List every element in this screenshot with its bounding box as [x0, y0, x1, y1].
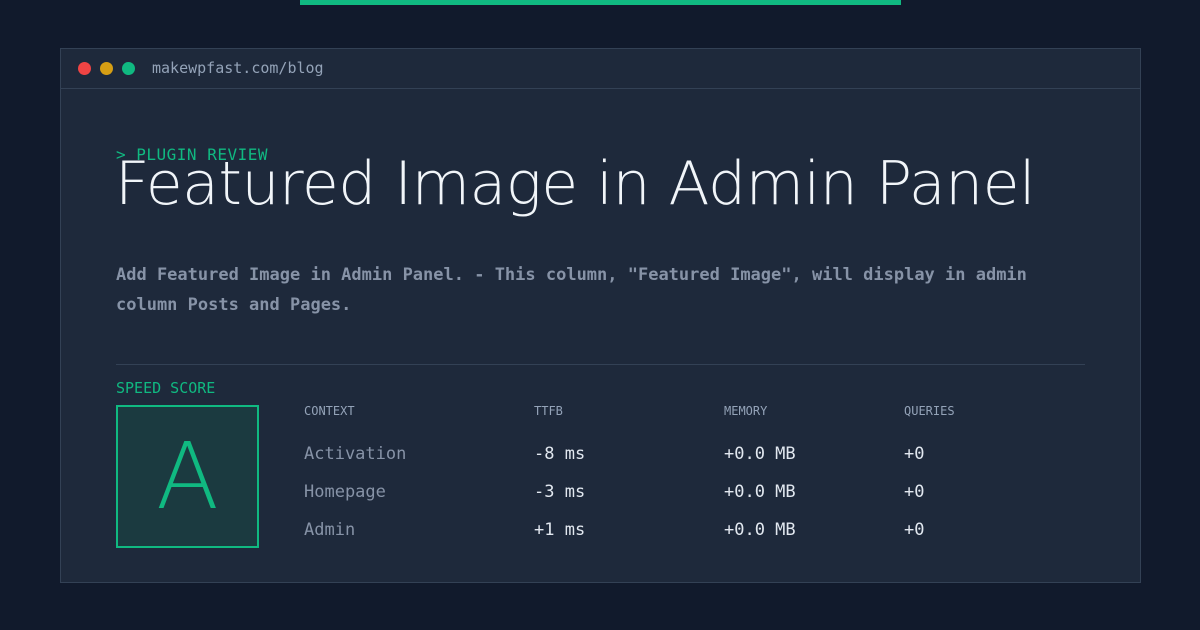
row-memory: +0.0 MB — [724, 482, 796, 502]
article-description: Add Featured Image in Admin Panel. - Thi… — [116, 265, 1027, 315]
row-context: Activation — [304, 444, 407, 464]
minimize-dot-icon[interactable] — [100, 62, 113, 75]
maximize-dot-icon[interactable] — [122, 62, 135, 75]
row-queries: +0 — [904, 520, 925, 540]
column-header-queries: QUERIES — [904, 404, 955, 418]
grade-badge: A — [116, 405, 259, 548]
grade-letter: A — [156, 423, 219, 530]
row-memory: +0.0 MB — [724, 520, 796, 540]
top-accent-bar — [300, 0, 901, 5]
page: makewpfast.com/blog > PLUGIN REVIEW Feat… — [0, 0, 1200, 630]
speed-score-label: SPEED SCORE — [116, 379, 216, 397]
row-context: Homepage — [304, 482, 386, 502]
row-ttfb: -8 ms — [534, 444, 586, 464]
row-ttfb: -3 ms — [534, 482, 586, 502]
close-dot-icon[interactable] — [78, 62, 91, 75]
page-title: Featured Image in Admin Panel — [115, 149, 1036, 219]
window-titlebar: makewpfast.com/blog — [61, 49, 1140, 89]
row-queries: +0 — [904, 444, 925, 464]
row-queries: +0 — [904, 482, 925, 502]
column-header-memory: MEMORY — [724, 404, 768, 418]
browser-window: makewpfast.com/blog > PLUGIN REVIEW Feat… — [60, 48, 1141, 583]
row-context: Admin — [304, 520, 356, 540]
row-memory: +0.0 MB — [724, 444, 796, 464]
section-divider — [116, 364, 1085, 365]
column-header-ttfb: TTFB — [534, 404, 563, 418]
column-header-context: CONTEXT — [304, 404, 355, 418]
address-url[interactable]: makewpfast.com/blog — [152, 58, 324, 78]
row-ttfb: +1 ms — [534, 520, 586, 540]
